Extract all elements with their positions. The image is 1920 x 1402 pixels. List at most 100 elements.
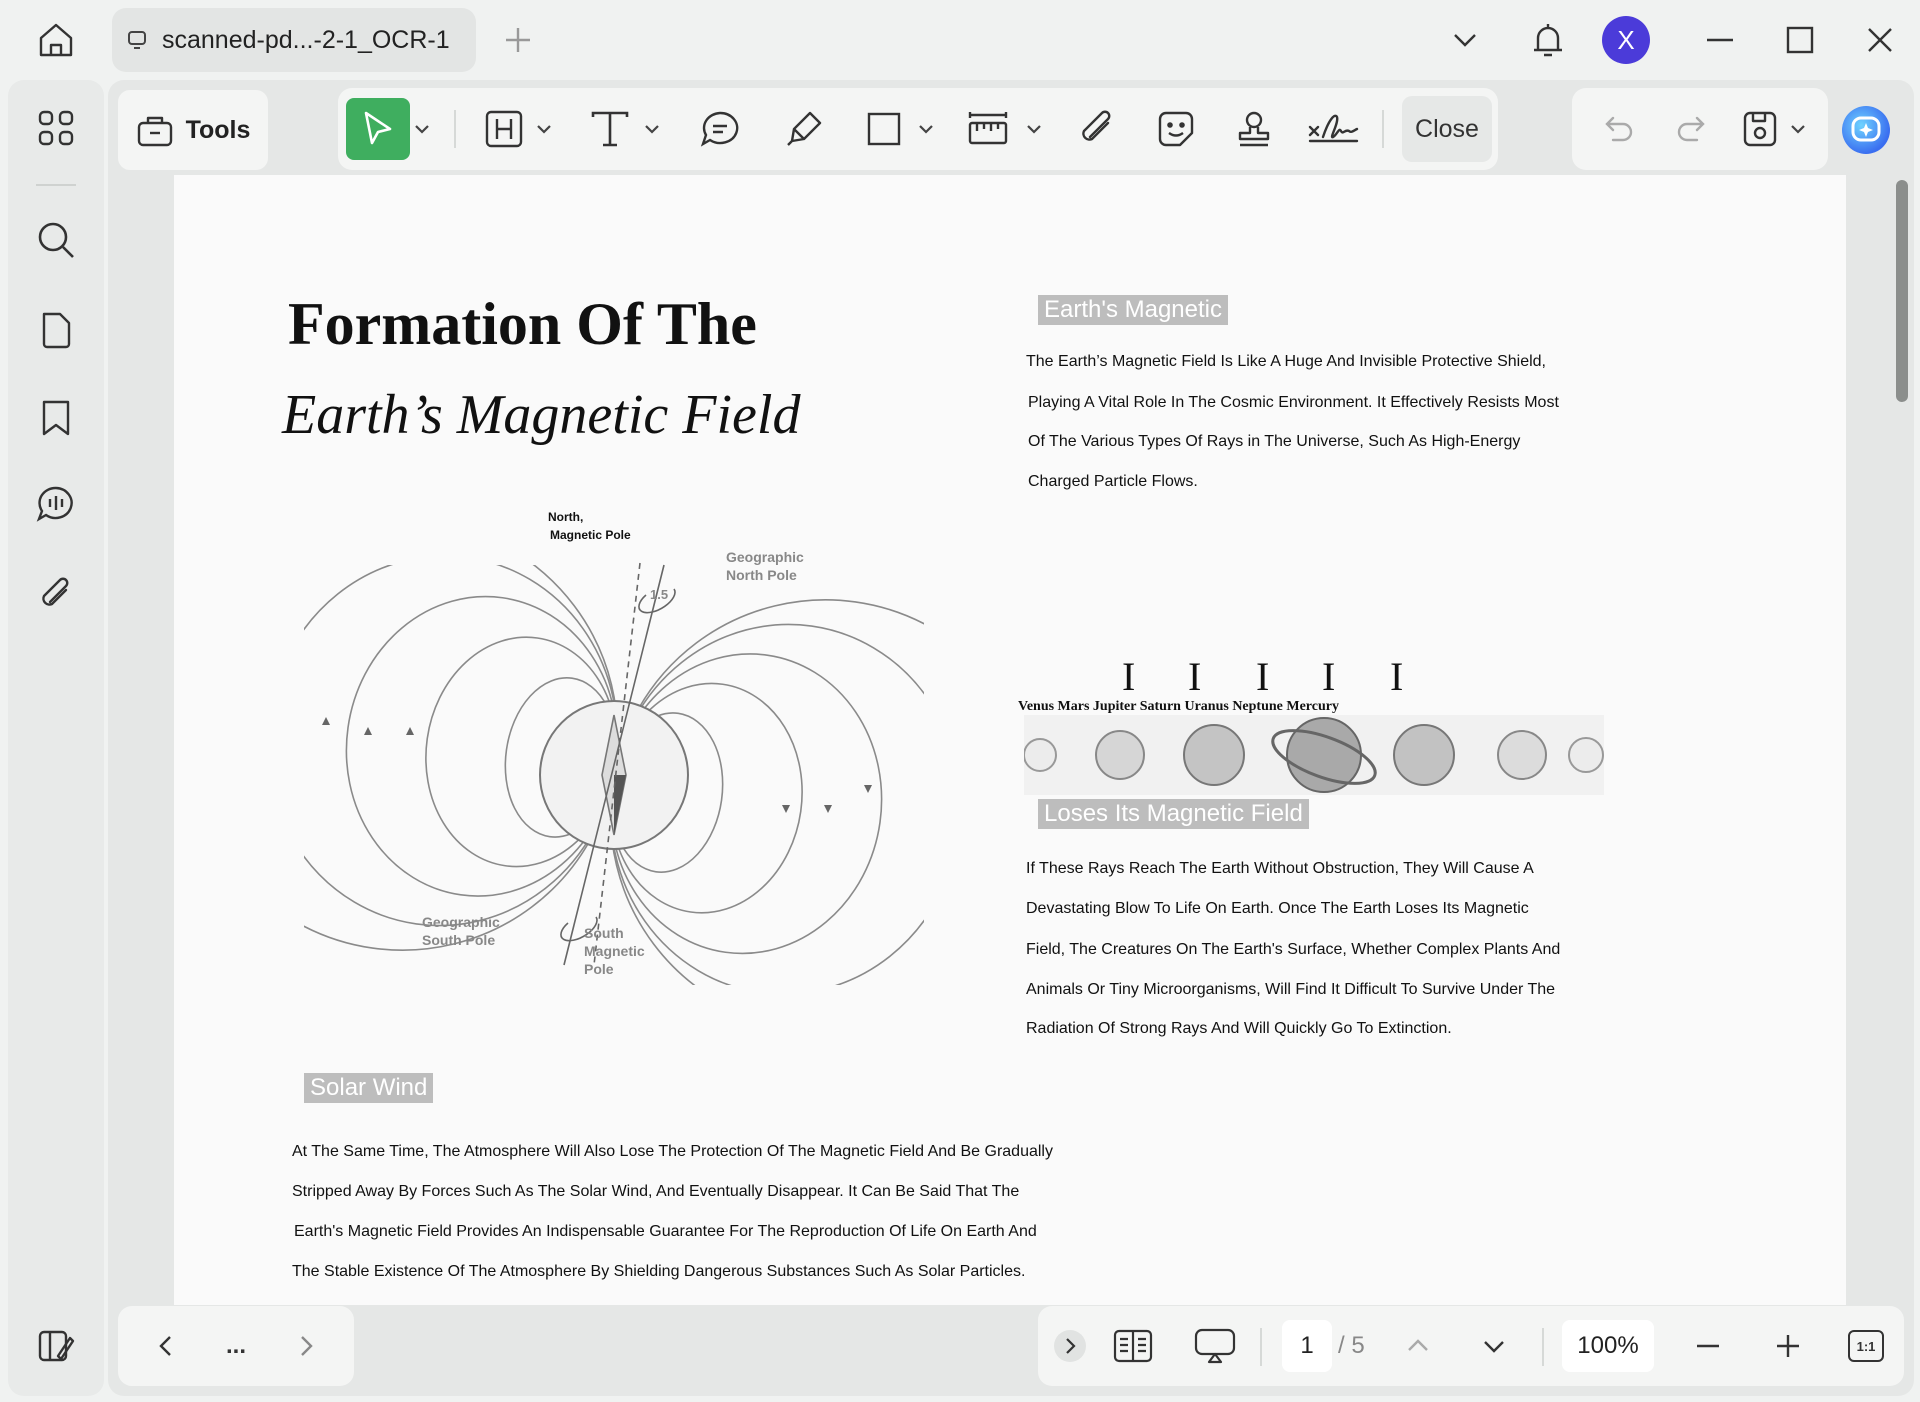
search-icon[interactable] [30,214,82,266]
paragraph-line: The Stable Existence Of The Atmosphere B… [292,1263,1026,1280]
document-subtitle: Earth’s Magnetic Field [282,384,801,446]
paragraph-line: Of The Various Types Of Rays in The Univ… [1028,433,1521,450]
attachment-icon[interactable] [30,568,82,620]
paragraph-line: Animals Or Tiny Microorganisms, Will Fin… [1026,981,1556,998]
pen-tool-icon[interactable] [780,102,828,156]
paragraph-line: At The Same Time, The Atmosphere Will Al… [292,1143,1053,1160]
undo-icon[interactable] [1598,102,1642,156]
redo-icon[interactable] [1668,102,1712,156]
presentation-icon[interactable] [1188,1320,1242,1372]
paragraph-line: Playing A Vital Role In The Cosmic Envir… [1028,394,1559,411]
history-nav-bar: ... [118,1306,354,1386]
text-cursor-marker: I [1122,654,1136,699]
ai-assistant-icon[interactable] [1838,102,1894,158]
notification-bell-icon[interactable] [1522,14,1574,66]
comment-tool-icon[interactable] [696,102,744,156]
view-controls-bar: 1 / 5 100% 1:1 [1038,1306,1904,1386]
chevron-down-icon[interactable] [1442,14,1488,66]
home-icon[interactable] [30,18,82,62]
paragraph-line: The Earth’s Magnetic Field Is Like A Hug… [1026,353,1546,370]
zoom-in-icon[interactable] [1766,1320,1810,1372]
page-number-input[interactable]: 1 [1282,1320,1332,1372]
zoom-out-icon[interactable] [1686,1320,1730,1372]
chevron-down-icon[interactable] [412,102,432,156]
toolbar-divider [454,110,456,148]
chevron-down-icon[interactable] [1024,102,1044,156]
attachment-tool-icon[interactable] [1072,102,1120,156]
chevron-down-icon[interactable] [1788,102,1808,156]
page-total: / 5 [1338,1332,1365,1359]
tools-label: Tools [185,115,251,144]
close-tools-button[interactable]: Close [1402,96,1492,162]
apps-grid-icon[interactable] [30,102,82,154]
pdf-page: Formation Of The Earth’s Magnetic Field [174,175,1846,1305]
comments-icon[interactable] [30,478,82,530]
chevron-down-icon[interactable] [916,102,936,156]
text-cursor-marker: I [1188,654,1202,699]
paragraph-line: Earth's Magnetic Field Provides An Indis… [294,1223,1037,1240]
section-heading-earths-magnetic: Earth's Magnetic [1038,295,1228,325]
annotation-toolbar: Close [338,88,1498,170]
vertical-scrollbar[interactable] [1896,180,1908,402]
text-cursor-marker: I [1322,654,1336,699]
minimize-icon[interactable] [1696,14,1744,66]
document-tab[interactable]: scanned-pd...-2-1_OCR-1 [112,8,476,72]
history-toolbar [1572,88,1828,170]
geographic-south-label: Geographic South Pole [422,914,500,948]
paragraph-line: Radiation Of Strong Rays And Will Quickl… [1026,1020,1452,1037]
stamp-tool-icon[interactable] [1230,102,1278,156]
maximize-icon[interactable] [1776,14,1824,66]
avatar[interactable]: X [1600,14,1652,66]
paragraph-line: If These Rays Reach The Earth Without Ob… [1026,860,1534,877]
geographic-north-label: Geographic North Pole [726,549,804,583]
toolbar-divider [1382,110,1384,148]
title-bar: scanned-pd...-2-1_OCR-1 X [0,0,1920,80]
south-magnetic-label: South Magnetic Pole [584,925,645,977]
paragraph-line: Field, The Creatures On The Earth's Surf… [1026,941,1561,958]
new-tab-icon[interactable] [500,22,536,58]
section-heading-loses-magnetic-field: Loses Its Magnetic Field [1038,799,1309,829]
previous-page-icon[interactable] [1398,1320,1438,1372]
edit-sidebar-icon[interactable] [30,1320,82,1372]
page-thumbnail-icon[interactable] [30,304,82,356]
expand-panel-icon[interactable] [1050,1320,1090,1372]
close-window-icon[interactable] [1856,14,1904,66]
text-cursor-marker: I [1390,654,1404,699]
bookmark-icon[interactable] [30,392,82,444]
toolbar-divider [1260,1328,1262,1366]
chevron-down-icon[interactable] [534,102,554,156]
measure-tool-icon[interactable] [964,102,1012,156]
select-tool-button[interactable] [346,98,410,160]
zoom-level-input[interactable]: 100% [1562,1320,1654,1372]
text-tool-icon[interactable] [586,102,634,156]
next-page-icon[interactable] [1474,1320,1514,1372]
planets-caption: Venus Mars Jupiter Saturn Uranus Neptune… [1018,699,1339,714]
text-cursor-marker: I [1256,654,1270,699]
north-magnetic-label: North, Magnetic Pole [548,510,631,542]
chevron-down-icon[interactable] [642,102,662,156]
monitor-icon [126,28,150,52]
paragraph-line: Charged Particle Flows. [1028,473,1198,490]
document-title: Formation Of The [288,291,757,357]
more-options-button[interactable]: ... [214,1320,258,1372]
sticker-tool-icon[interactable] [1152,102,1200,156]
tools-button[interactable]: Tools [118,90,268,170]
rectangle-tool-icon[interactable] [860,102,908,156]
actual-size-button[interactable]: 1:1 [1844,1320,1888,1372]
chevron-left-icon[interactable] [144,1320,188,1372]
tab-title: scanned-pd...-2-1_OCR-1 [162,25,450,54]
sidebar-divider [36,184,76,186]
left-sidebar [8,80,104,1396]
toolbar-divider [1542,1328,1544,1366]
save-icon[interactable] [1738,102,1782,156]
angle-label: 1.5 [650,587,669,602]
chevron-right-icon[interactable] [284,1320,328,1372]
signature-tool-icon[interactable] [1304,102,1364,156]
highlight-heading-icon[interactable] [480,102,528,156]
section-heading-solar-wind: Solar Wind [304,1073,434,1103]
toolbox-icon [136,111,174,149]
magnetic-field-diagram [304,505,924,985]
paragraph-line: Stripped Away By Forces Such As The Sola… [292,1183,1020,1200]
paragraph-line: Devastating Blow To Life On Earth. Once … [1026,900,1529,917]
page-layout-icon[interactable] [1108,1320,1158,1372]
